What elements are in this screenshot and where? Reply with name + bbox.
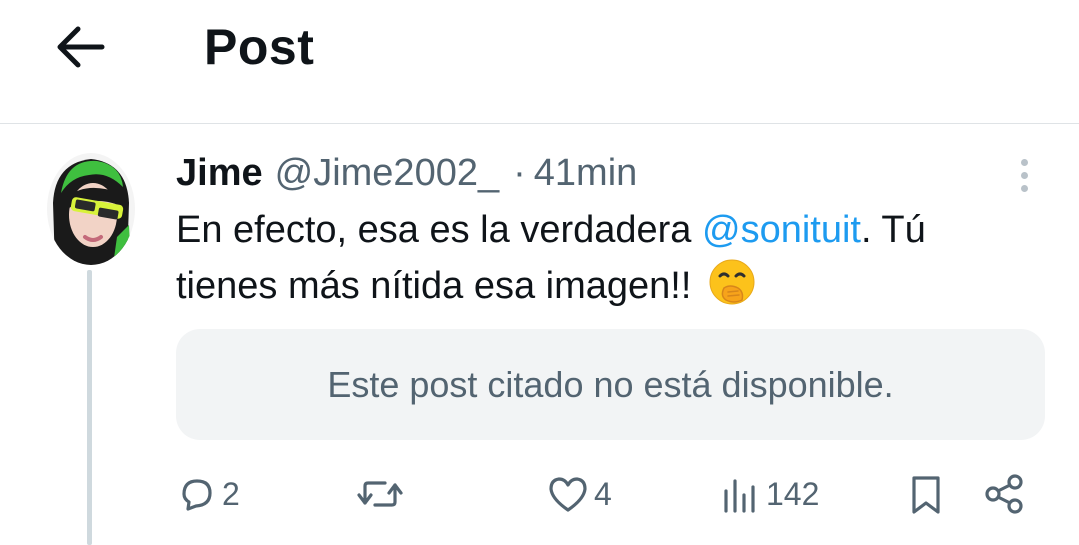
reply-button[interactable]: 2 (176, 466, 240, 522)
author-handle[interactable]: @Jime2002_ (275, 152, 499, 195)
header-divider (0, 123, 1079, 124)
share-icon (985, 474, 1023, 514)
reply-icon (182, 479, 212, 511)
more-options-icon (1020, 158, 1028, 166)
reply-count: 2 (222, 475, 240, 512)
meta-separator: · (513, 151, 526, 194)
face-with-hand-over-mouth-icon (709, 259, 755, 305)
top-bar: Post (0, 0, 1079, 123)
avatar[interactable] (47, 153, 135, 265)
page-title: Post (204, 19, 315, 75)
post-text-part1: En efecto, esa es la verdadera (176, 209, 702, 251)
repost-icon (357, 481, 403, 507)
heart-icon (549, 477, 587, 512)
like-count: 4 (594, 475, 612, 512)
bookmark-icon (912, 476, 940, 514)
views-count: 142 (766, 475, 820, 512)
avatar-image (47, 153, 135, 265)
repost-button[interactable] (355, 466, 409, 522)
action-bar: 2 4 142 (0, 466, 1079, 522)
post-timestamp[interactable]: 41min (534, 152, 638, 195)
post-meta: Jime @Jime2002_ · 41min (176, 150, 637, 196)
mention-link[interactable]: @sonituit (702, 209, 861, 251)
author-name[interactable]: Jime (176, 152, 263, 195)
quote-unavailable-text: Este post citado no está disponible. (327, 363, 894, 405)
bar-chart-icon (724, 479, 755, 513)
arrow-left-icon (57, 26, 105, 68)
like-button[interactable]: 4 (546, 466, 612, 522)
share-button[interactable] (982, 466, 1026, 522)
more-options-button[interactable] (1008, 152, 1040, 198)
quote-unavailable-card[interactable]: Este post citado no está disponible. (176, 329, 1045, 440)
bookmark-button[interactable] (906, 466, 946, 522)
back-button[interactable] (52, 22, 108, 72)
views-button[interactable]: 142 (722, 466, 819, 522)
post-text: En efecto, esa es la verdadera @sonituit… (176, 202, 1036, 314)
